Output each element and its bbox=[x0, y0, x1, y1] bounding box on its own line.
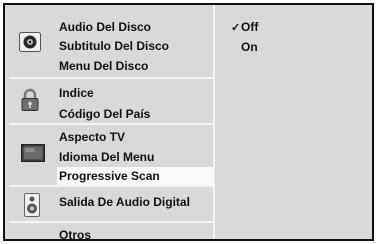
menu-item-audio-del-disco[interactable]: Audio Del Disco bbox=[59, 18, 151, 36]
menu-divider bbox=[9, 221, 213, 223]
menu-item-otros[interactable]: Otros bbox=[59, 226, 91, 244]
option-on[interactable]: On bbox=[231, 38, 258, 56]
tv-icon bbox=[21, 144, 45, 165]
menu-item-menu-del-disco[interactable]: Menu Del Disco bbox=[59, 57, 148, 75]
lock-icon bbox=[21, 88, 39, 115]
menu-divider bbox=[9, 123, 213, 125]
speaker-icon bbox=[24, 193, 40, 220]
menu-divider bbox=[9, 185, 213, 187]
menu-item-codigo-del-pais[interactable]: Código Del País bbox=[59, 105, 150, 123]
menu-item-aspecto-tv[interactable]: Aspecto TV bbox=[59, 128, 125, 146]
menu-item-salida-de-audio-digital[interactable]: Salida De Audio Digital bbox=[59, 193, 190, 211]
disc-icon bbox=[19, 32, 41, 55]
menu-item-subtitulo-del-disco[interactable]: Subtitulo Del Disco bbox=[59, 37, 169, 55]
options-panel: ✓Off On bbox=[215, 5, 372, 239]
category-menu: Audio Del Disco Subtitulo Del Disco Menu… bbox=[5, 5, 213, 242]
option-off[interactable]: ✓Off bbox=[231, 18, 258, 36]
menu-divider bbox=[9, 77, 213, 79]
menu-item-idioma-del-menu[interactable]: Idioma Del Menu bbox=[59, 148, 154, 166]
option-on-label: On bbox=[241, 40, 258, 54]
setup-menu-screen: Audio Del Disco Subtitulo Del Disco Menu… bbox=[3, 3, 374, 242]
menu-item-indice[interactable]: Indice bbox=[59, 84, 94, 102]
option-off-label: Off bbox=[241, 20, 259, 34]
menu-item-progressive-scan[interactable]: Progressive Scan bbox=[57, 167, 213, 185]
check-icon: ✓ bbox=[231, 22, 241, 34]
